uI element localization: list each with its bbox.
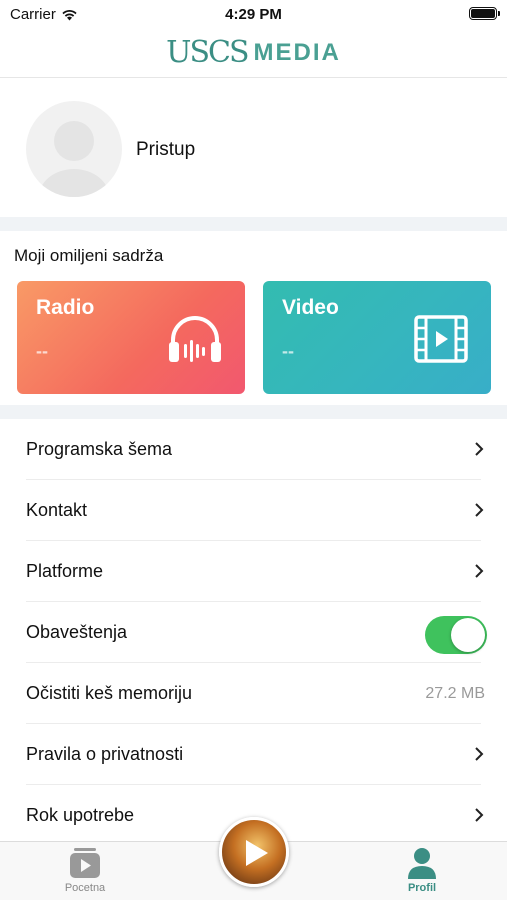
mini-player-play-button[interactable] — [219, 817, 289, 887]
settings-item-clear-cache[interactable]: Očistiti keš memoriju 27.2 MB — [0, 663, 507, 724]
settings-item-platforms[interactable]: Platforme — [0, 541, 507, 602]
settings-item-label: Platforme — [26, 561, 104, 581]
settings-item-label: Očistiti keš memoriju — [26, 683, 193, 703]
chevron-right-icon — [475, 564, 484, 578]
status-bar: Carrier 4:29 PM — [0, 0, 507, 28]
section-divider — [0, 405, 507, 419]
cache-size-value: 27.2 MB — [425, 684, 485, 702]
notifications-toggle[interactable] — [425, 616, 487, 654]
card-subtitle: -- — [282, 341, 294, 361]
logo-text: MEDIA — [253, 38, 341, 66]
settings-item-contact[interactable]: Kontakt — [0, 480, 507, 541]
logo-mark: USCS — [166, 35, 249, 70]
card-subtitle: -- — [36, 341, 48, 361]
chevron-right-icon — [475, 808, 484, 822]
play-library-icon — [70, 848, 100, 878]
settings-item-label: Programska šema — [26, 439, 173, 459]
person-icon — [408, 848, 436, 879]
profile-section[interactable]: Pristup — [0, 79, 507, 217]
chevron-right-icon — [475, 503, 484, 517]
play-icon — [246, 840, 268, 866]
tab-home[interactable]: Pocetna — [35, 846, 135, 894]
settings-item-notifications: Obaveštenja — [0, 602, 507, 663]
chevron-right-icon — [475, 442, 484, 456]
chevron-right-icon — [475, 747, 484, 761]
headphones-icon — [169, 316, 221, 362]
film-icon — [414, 315, 468, 363]
app-header: USCS MEDIA — [0, 28, 507, 78]
tab-label: Pocetna — [64, 882, 106, 894]
profile-login-label[interactable]: Pristup — [136, 139, 195, 161]
tab-profile[interactable]: Profil — [372, 846, 472, 894]
favorites-title: Moji omiljeni sadrža — [14, 246, 164, 265]
section-divider — [0, 217, 507, 231]
card-title: Radio — [36, 296, 95, 319]
settings-item-label: Obaveštenja — [26, 622, 128, 642]
tab-label: Profil — [407, 882, 437, 894]
card-title: Video — [282, 296, 339, 319]
battery-icon — [469, 7, 500, 20]
settings-item-privacy-policy[interactable]: Pravila o privatnosti — [0, 724, 507, 785]
settings-item-program-schedule[interactable]: Programska šema — [0, 419, 507, 480]
app-logo: USCS MEDIA — [166, 35, 341, 70]
settings-list: Programska šema Kontakt Platforme Obaveš… — [0, 419, 507, 846]
favorite-radio-card[interactable]: Radio -- — [17, 281, 245, 394]
settings-item-label: Kontakt — [26, 500, 88, 520]
settings-item-label: Rok upotrebe — [26, 805, 135, 825]
avatar[interactable] — [26, 101, 122, 197]
settings-item-label: Pravila o privatnosti — [26, 744, 184, 764]
clock: 4:29 PM — [225, 6, 282, 23]
favorite-video-card[interactable]: Video -- — [263, 281, 491, 394]
